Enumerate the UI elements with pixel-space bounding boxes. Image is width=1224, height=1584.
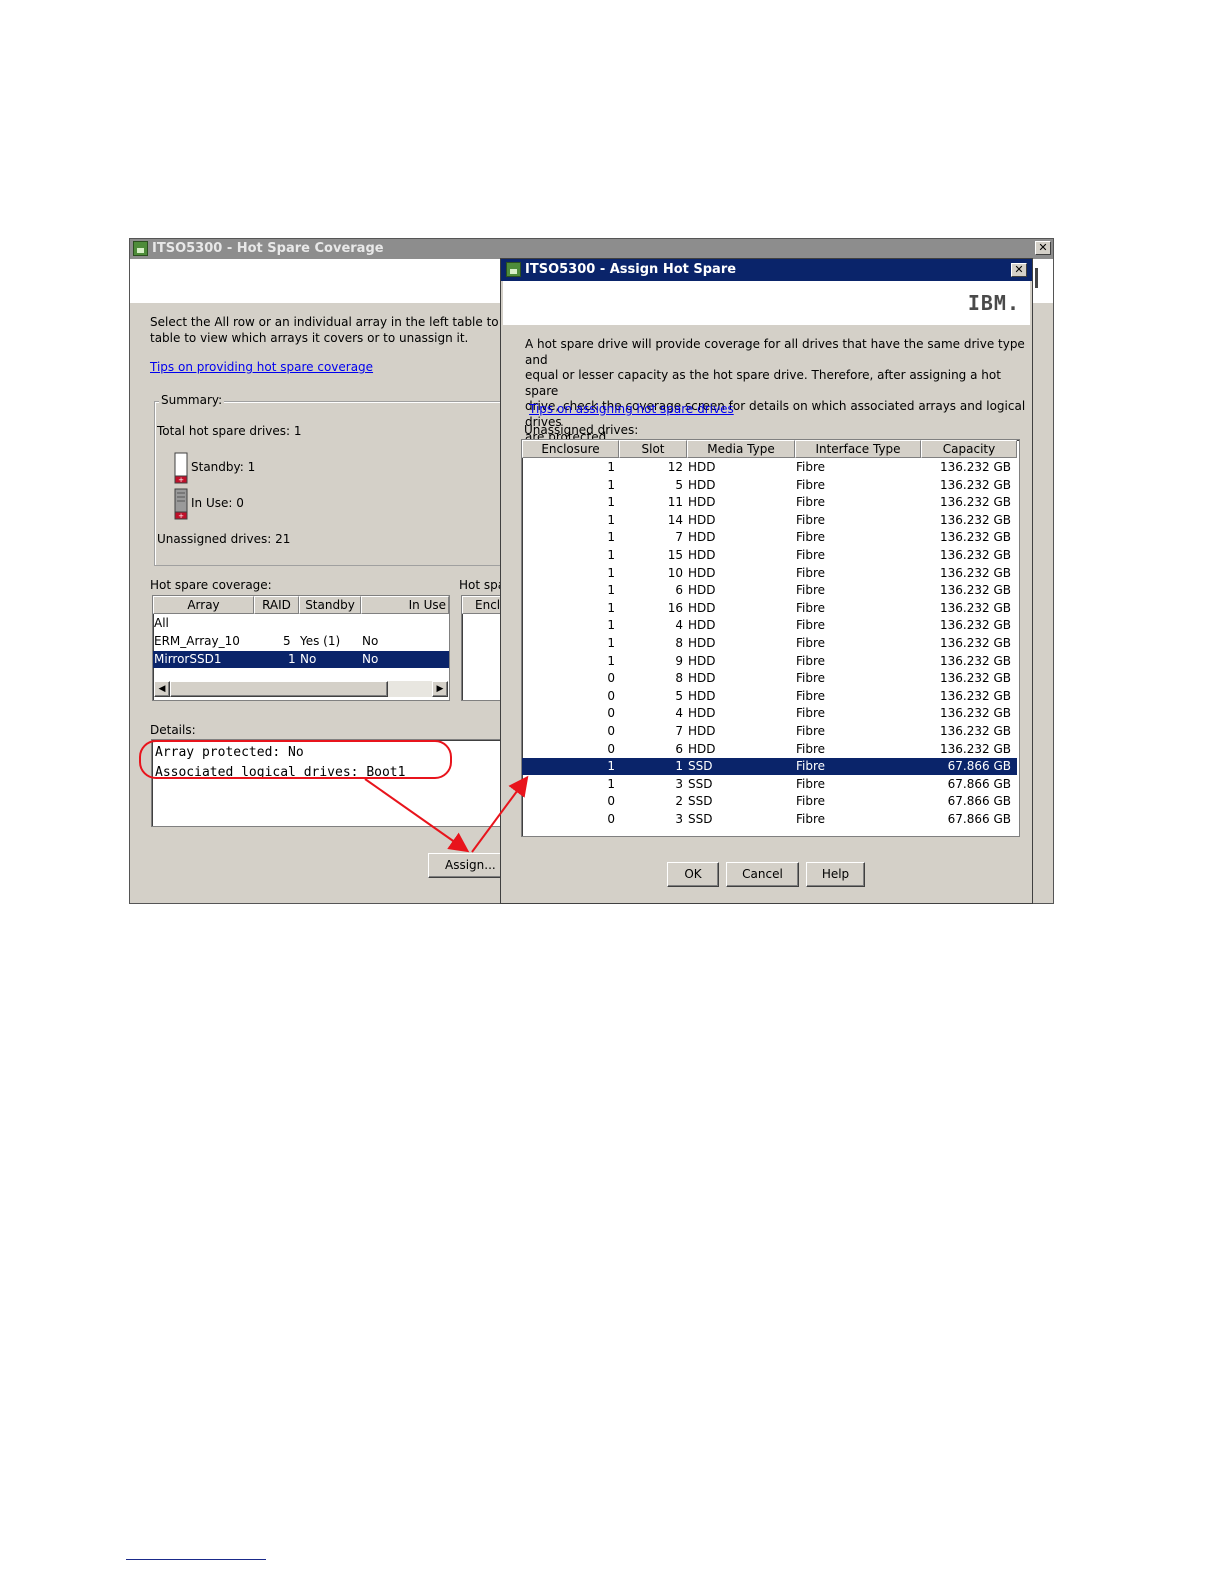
- annotation-overlay: [139, 740, 529, 853]
- footnote-rule: [126, 1559, 266, 1560]
- arrow-to-assign: [364, 778, 470, 853]
- arrow-to-selected-drive: [471, 775, 529, 853]
- details-highlight-ellipse: [139, 740, 452, 779]
